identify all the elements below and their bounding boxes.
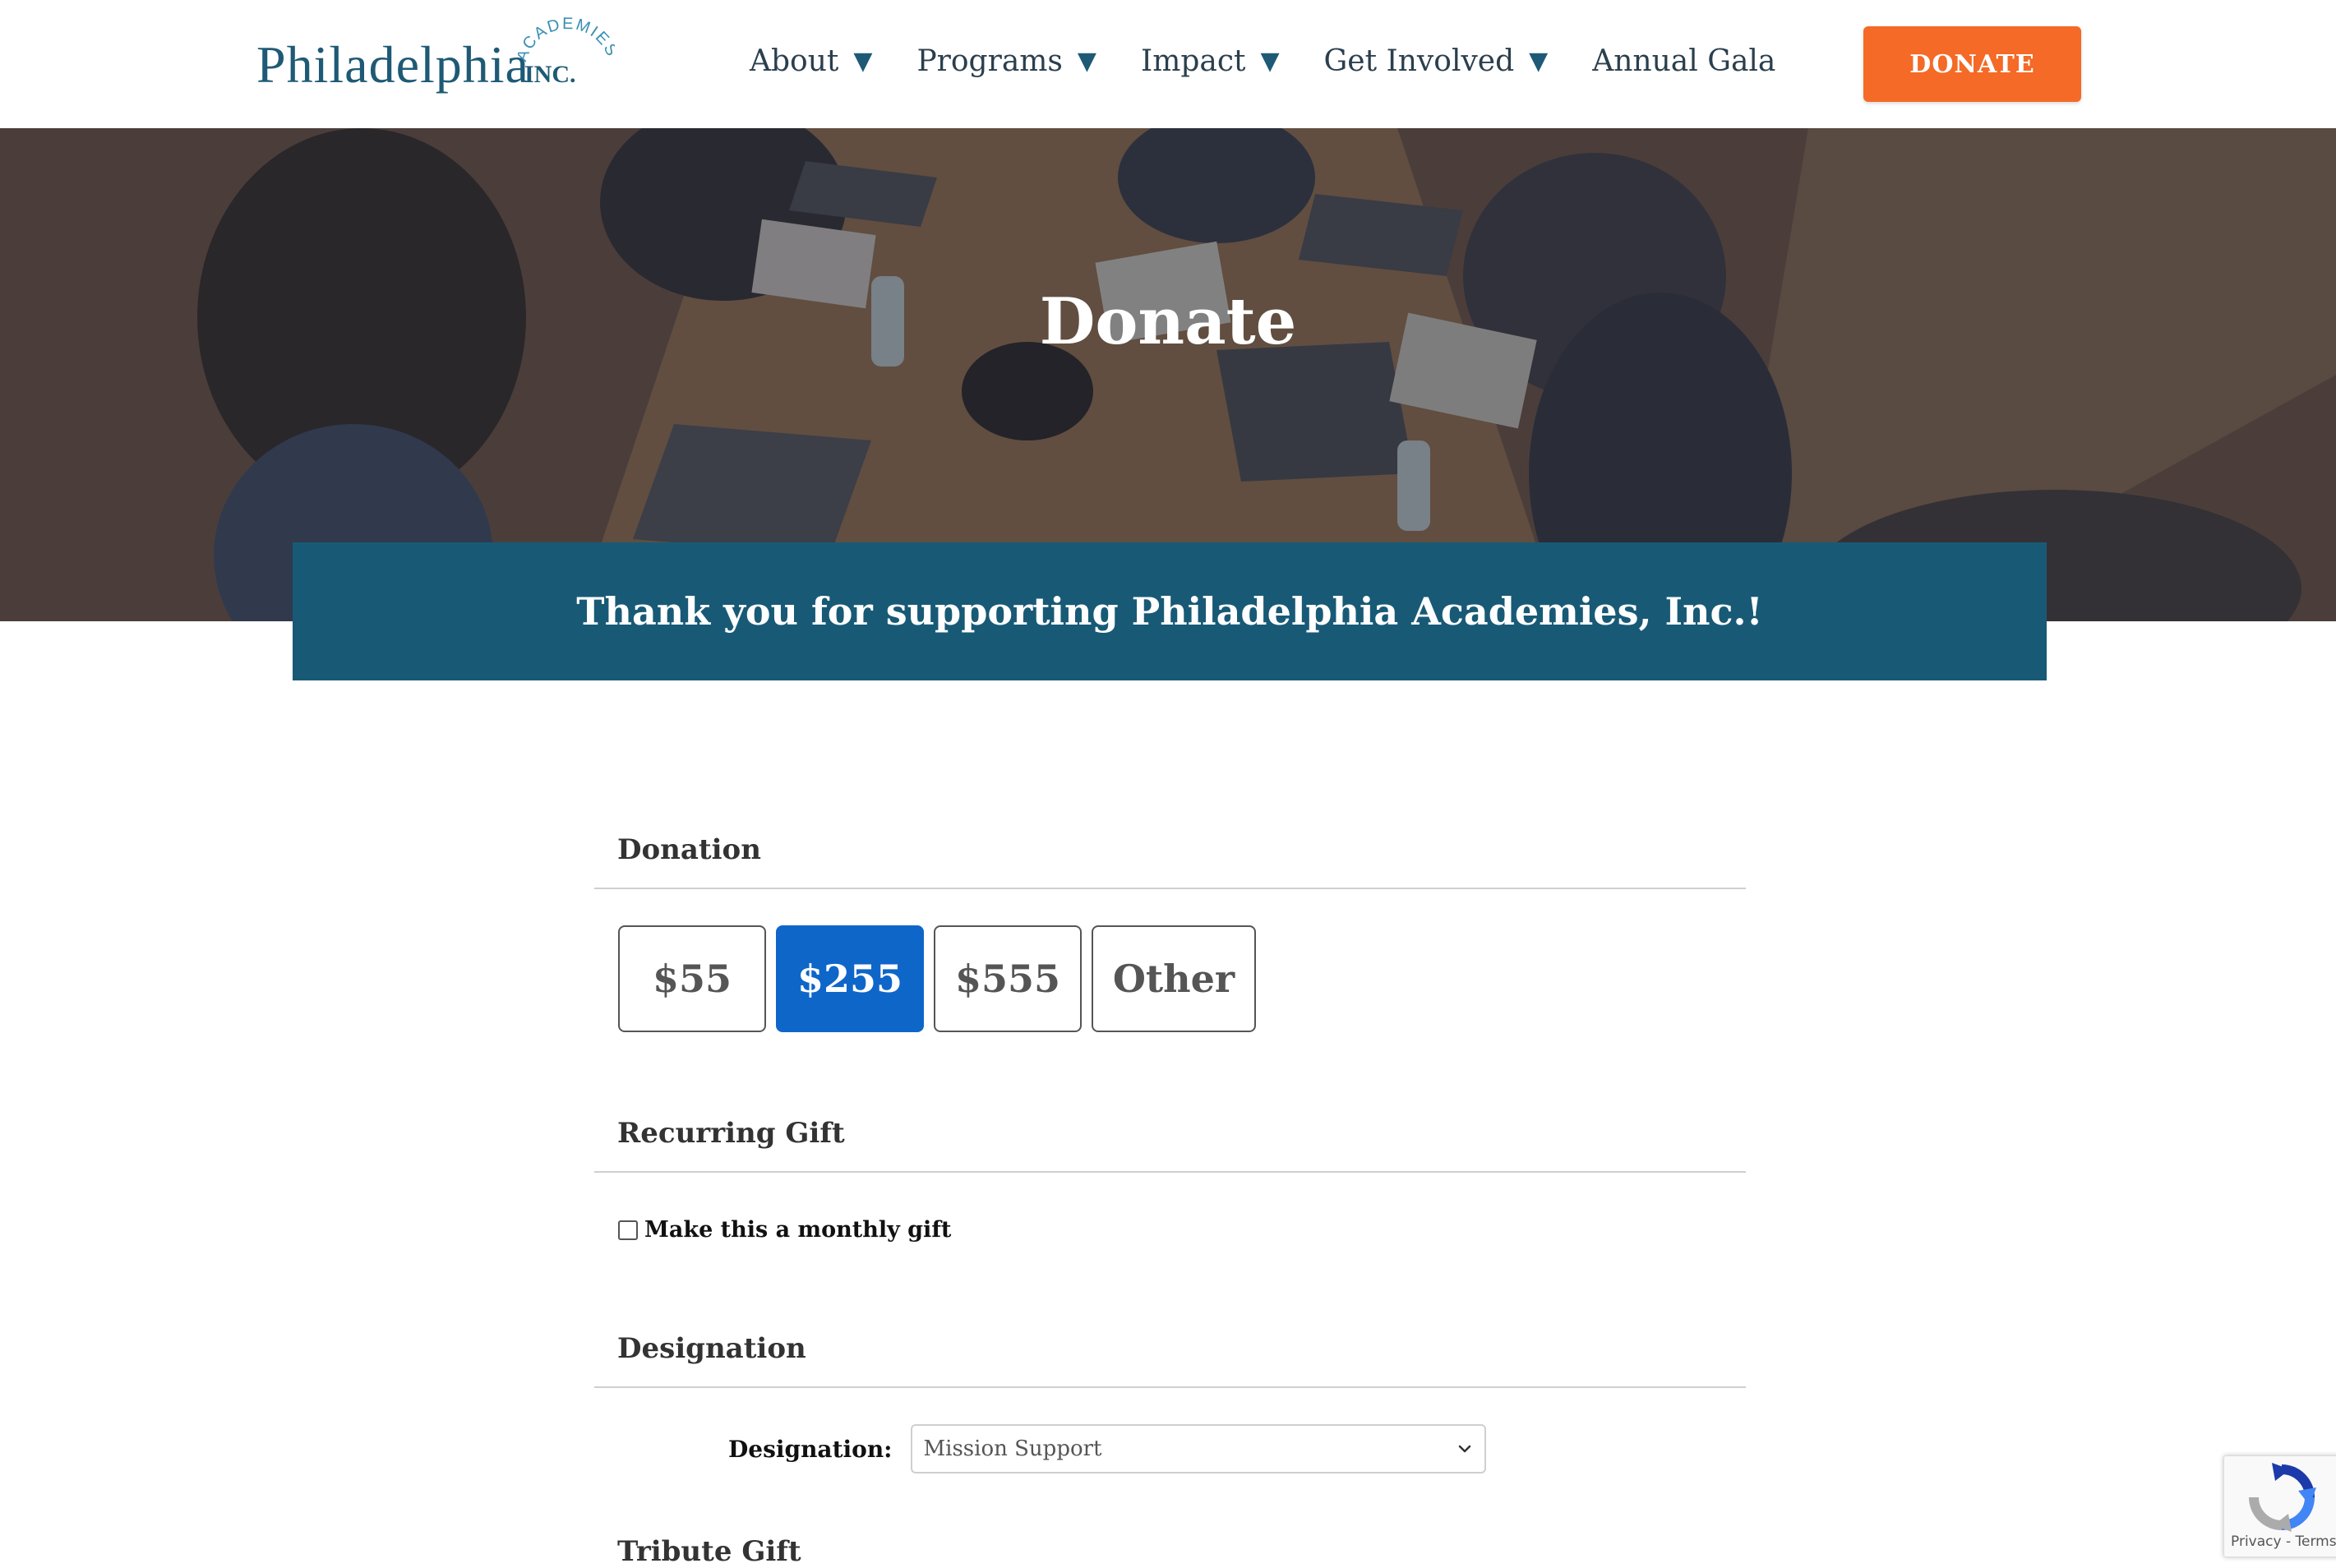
logo-wordmark: Philadelphia [256,35,529,94]
caret-down-icon: ▼ [1260,46,1280,76]
logo-arc-label: ACADEMIES [518,15,615,64]
nav-label: Annual Gala [1592,44,1776,78]
caret-down-icon: ▼ [1077,46,1096,76]
nav-label: Get Involved [1323,44,1515,78]
chevron-down-icon [1458,1445,1470,1453]
recaptcha-privacy-terms-links[interactable]: Privacy - Terms [2231,1533,2336,1550]
logo-suffix: INC. [524,61,576,88]
tribute-section-heading: Tribute Gift [617,1535,801,1568]
designation-field: Designation: Mission Support [728,1424,1486,1473]
caret-down-icon: ▼ [1529,46,1549,76]
amount-option-55[interactable]: $55 [618,925,766,1032]
monthly-gift-label[interactable]: Make this a monthly gift [644,1217,951,1243]
header-donate-button[interactable]: DONATE [1863,26,2081,102]
section-title: Recurring Gift [617,1117,845,1150]
recaptcha-badge[interactable]: Privacy - Terms [2223,1455,2336,1557]
recurring-section-heading: Recurring Gift [594,1107,1746,1173]
monthly-gift-option: Make this a monthly gift [618,1217,951,1243]
amount-option-555[interactable]: $555 [934,925,1082,1032]
monthly-gift-checkbox[interactable] [618,1220,638,1240]
designation-select[interactable]: Mission Support [910,1424,1486,1473]
donation-amount-options: $55 $255 $555 Other [618,925,1266,1032]
nav-label: About [750,44,839,78]
section-title: Designation [617,1332,806,1365]
designation-selected-value: Mission Support [923,1437,1102,1461]
donation-section-heading: Donation [594,823,1746,889]
nav-label: Programs [916,44,1063,78]
page-title: Donate [1039,284,1297,359]
designation-label: Designation: [728,1435,893,1463]
main-nav: About ▼ Programs ▼ Impact ▼ Get Involved… [750,36,1820,85]
designation-section-heading: Designation [594,1322,1746,1388]
section-title: Donation [617,833,761,866]
nav-item-get-involved[interactable]: Get Involved ▼ [1324,44,1549,78]
caret-down-icon: ▼ [853,46,873,76]
site-header: Philadelphia ACADEMIES INC. About ▼ Prog… [0,0,2336,128]
recaptcha-icon [2249,1463,2316,1532]
banner-text: Thank you for supporting Philadelphia Ac… [576,589,1763,634]
site-logo[interactable]: Philadelphia ACADEMIES INC. [256,15,615,97]
nav-item-annual-gala[interactable]: Annual Gala [1592,44,1775,78]
thank-you-banner: Thank you for supporting Philadelphia Ac… [293,542,2047,680]
nav-item-impact[interactable]: Impact ▼ [1141,44,1280,78]
nav-item-about[interactable]: About ▼ [750,44,872,78]
nav-item-programs[interactable]: Programs ▼ [916,44,1096,78]
amount-option-255[interactable]: $255 [776,925,924,1032]
svg-text:ACADEMIES: ACADEMIES [518,15,615,64]
amount-option-other[interactable]: Other [1092,925,1256,1032]
nav-label: Impact [1140,44,1246,78]
